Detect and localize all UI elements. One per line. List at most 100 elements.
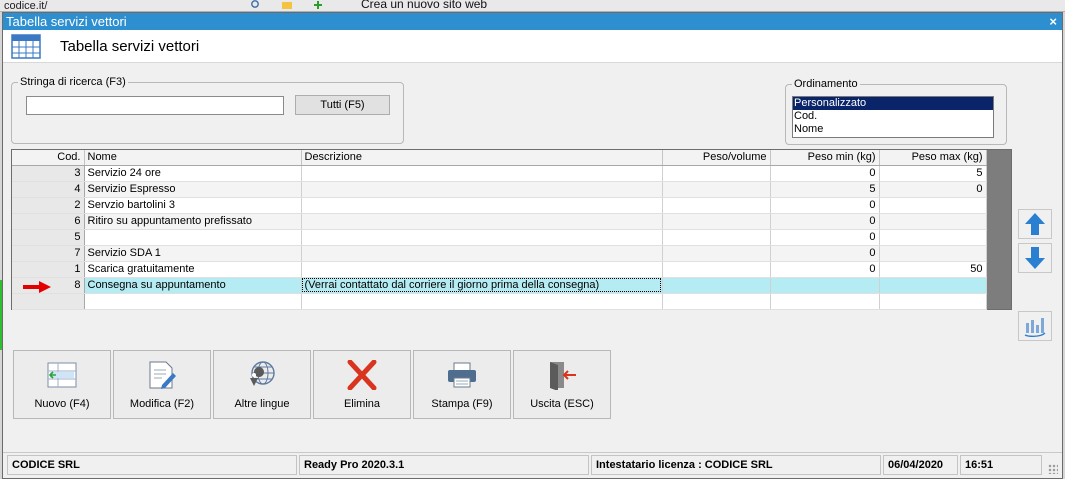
- table-row[interactable]: 1 Scarica gratuitamente 0 50: [12, 261, 987, 278]
- cell-peso-volume: [662, 213, 771, 230]
- cell-cod: 2: [12, 197, 85, 214]
- column-header-nome[interactable]: Nome: [84, 150, 302, 166]
- table-icon: [11, 34, 41, 59]
- page-title: Tabella servizi vettori: [60, 38, 200, 55]
- sort-option[interactable]: Personalizzato: [793, 97, 993, 110]
- cell-descrizione: [301, 181, 663, 198]
- cell-peso-max: [879, 213, 987, 230]
- exit-button[interactable]: Uscita (ESC): [513, 350, 611, 419]
- column-header-cod[interactable]: Cod.: [12, 150, 85, 166]
- status-date: 06/04/2020: [883, 455, 958, 475]
- table-row[interactable]: 2 Servzio bartolini 3 0: [12, 197, 987, 214]
- services-grid[interactable]: Cod. Nome Descrizione Peso/volume Peso m…: [11, 149, 1012, 310]
- table-row[interactable]: 3 Servizio 24 ore 0 5: [12, 165, 987, 182]
- cell-descrizione: [301, 229, 663, 246]
- sort-arrange-button[interactable]: [1018, 311, 1052, 341]
- edit-document-icon: [149, 361, 176, 389]
- status-version: Ready Pro 2020.3.1: [299, 455, 589, 475]
- cell-cod: 7: [12, 245, 85, 262]
- sort-listbox[interactable]: Personalizzato Cod. Nome: [792, 96, 994, 138]
- cell-peso-max: [879, 229, 987, 246]
- exit-button-label: Uscita (ESC): [530, 398, 594, 410]
- move-down-button[interactable]: [1018, 243, 1052, 273]
- column-header-descrizione[interactable]: Descrizione: [301, 150, 663, 166]
- cell-peso-volume: [662, 277, 771, 294]
- delete-x-icon: [347, 360, 377, 390]
- sort-group: Ordinamento Personalizzato Cod. Nome: [785, 78, 1007, 145]
- cell-peso-max: 0: [879, 181, 987, 198]
- print-button[interactable]: Stampa (F9): [413, 350, 511, 419]
- cell-peso-volume: [662, 165, 771, 182]
- cell-nome: Servizio 24 ore: [84, 165, 302, 182]
- search-group: Stringa di ricerca (F3) Tutti (F5): [11, 76, 404, 144]
- cell-nome: Servzio bartolini 3: [84, 197, 302, 214]
- status-company: CODICE SRL: [7, 455, 297, 475]
- cell-cod: 6: [12, 213, 85, 230]
- cell-peso-max: [879, 197, 987, 214]
- search-legend: Stringa di ricerca (F3): [18, 76, 128, 88]
- background-url-text: codice.it/: [4, 0, 48, 12]
- cell-nome: [84, 229, 302, 246]
- column-header-peso-min[interactable]: Peso min (kg): [770, 150, 880, 166]
- cell-nome: Ritiro su appuntamento prefissato: [84, 213, 302, 230]
- cell-peso-max: [879, 293, 987, 310]
- sort-option[interactable]: Nome: [793, 123, 993, 136]
- cell-peso-min: [770, 293, 880, 310]
- cell-descrizione: [301, 261, 663, 278]
- edit-button[interactable]: Modifica (F2): [113, 350, 211, 419]
- window-title: Tabella servizi vettori: [6, 14, 127, 29]
- table-row[interactable]: 4 Servizio Espresso 5 0: [12, 181, 987, 198]
- cell-nome: Servizio Espresso: [84, 181, 302, 198]
- cell-peso-min: 0: [770, 165, 880, 182]
- delete-button[interactable]: Elimina: [313, 350, 411, 419]
- window-titlebar: Tabella servizi vettori ×: [3, 13, 1062, 30]
- cell-peso-max: 50: [879, 261, 987, 278]
- search-input[interactable]: [26, 96, 284, 115]
- close-icon[interactable]: ×: [1049, 13, 1057, 30]
- table-row-selected[interactable]: 8 Consegna su appuntamento (Verrai conta…: [12, 277, 987, 294]
- cell-nome: [84, 293, 302, 310]
- cell-peso-min: 5: [770, 181, 880, 198]
- table-row[interactable]: 5 0: [12, 229, 987, 246]
- folder-icon: [282, 2, 292, 9]
- status-time: 16:51: [960, 455, 1042, 475]
- other-languages-label: Altre lingue: [234, 398, 290, 410]
- table-row[interactable]: 7 Servizio SDA 1 0: [12, 245, 987, 262]
- cell-peso-max: [879, 277, 987, 294]
- table-row-new[interactable]: [12, 293, 987, 310]
- sort-arrange-icon: [1024, 318, 1046, 337]
- cell-cod: 8: [12, 277, 85, 294]
- plus-icon: [314, 1, 322, 9]
- cell-cod: [12, 293, 85, 310]
- arrow-up-icon: [1025, 213, 1045, 235]
- cell-peso-min: 0: [770, 213, 880, 230]
- column-header-peso-max[interactable]: Peso max (kg): [879, 150, 987, 166]
- other-languages-button[interactable]: Altre lingue: [213, 350, 311, 419]
- move-up-button[interactable]: [1018, 209, 1052, 239]
- table-body: 3 Servizio 24 ore 0 5 4 Servizio Espress…: [12, 165, 987, 310]
- cell-peso-volume: [662, 293, 771, 310]
- cell-cod-value: 8: [74, 279, 81, 291]
- exit-door-icon: [550, 362, 576, 390]
- search-icon: [251, 0, 259, 8]
- table-row[interactable]: 6 Ritiro su appuntamento prefissato 0: [12, 213, 987, 230]
- background-app-strip: codice.it/ Crea un nuovo sito web: [0, 0, 1065, 12]
- show-all-button[interactable]: Tutti (F5): [295, 95, 390, 115]
- header-panel: Tabella servizi vettori: [3, 30, 1062, 63]
- sort-option[interactable]: Cod.: [793, 110, 993, 123]
- current-row-arrow-icon: [23, 280, 51, 292]
- new-record-icon: [47, 362, 77, 388]
- cell-peso-volume: [662, 229, 771, 246]
- resize-grip[interactable]: [1048, 464, 1058, 474]
- cell-peso-volume: [662, 181, 771, 198]
- printer-icon: [448, 362, 476, 388]
- cell-peso-min: 0: [770, 261, 880, 278]
- cell-peso-volume: [662, 197, 771, 214]
- new-button-label: Nuovo (F4): [34, 398, 90, 410]
- new-button[interactable]: Nuovo (F4): [13, 350, 111, 419]
- column-header-peso-volume[interactable]: Peso/volume: [662, 150, 771, 166]
- cell-peso-min: 0: [770, 197, 880, 214]
- cell-descrizione[interactable]: (Verrai contattato dal corriere il giorn…: [301, 277, 663, 294]
- cell-peso-max: [879, 245, 987, 262]
- cell-descrizione: [301, 165, 663, 182]
